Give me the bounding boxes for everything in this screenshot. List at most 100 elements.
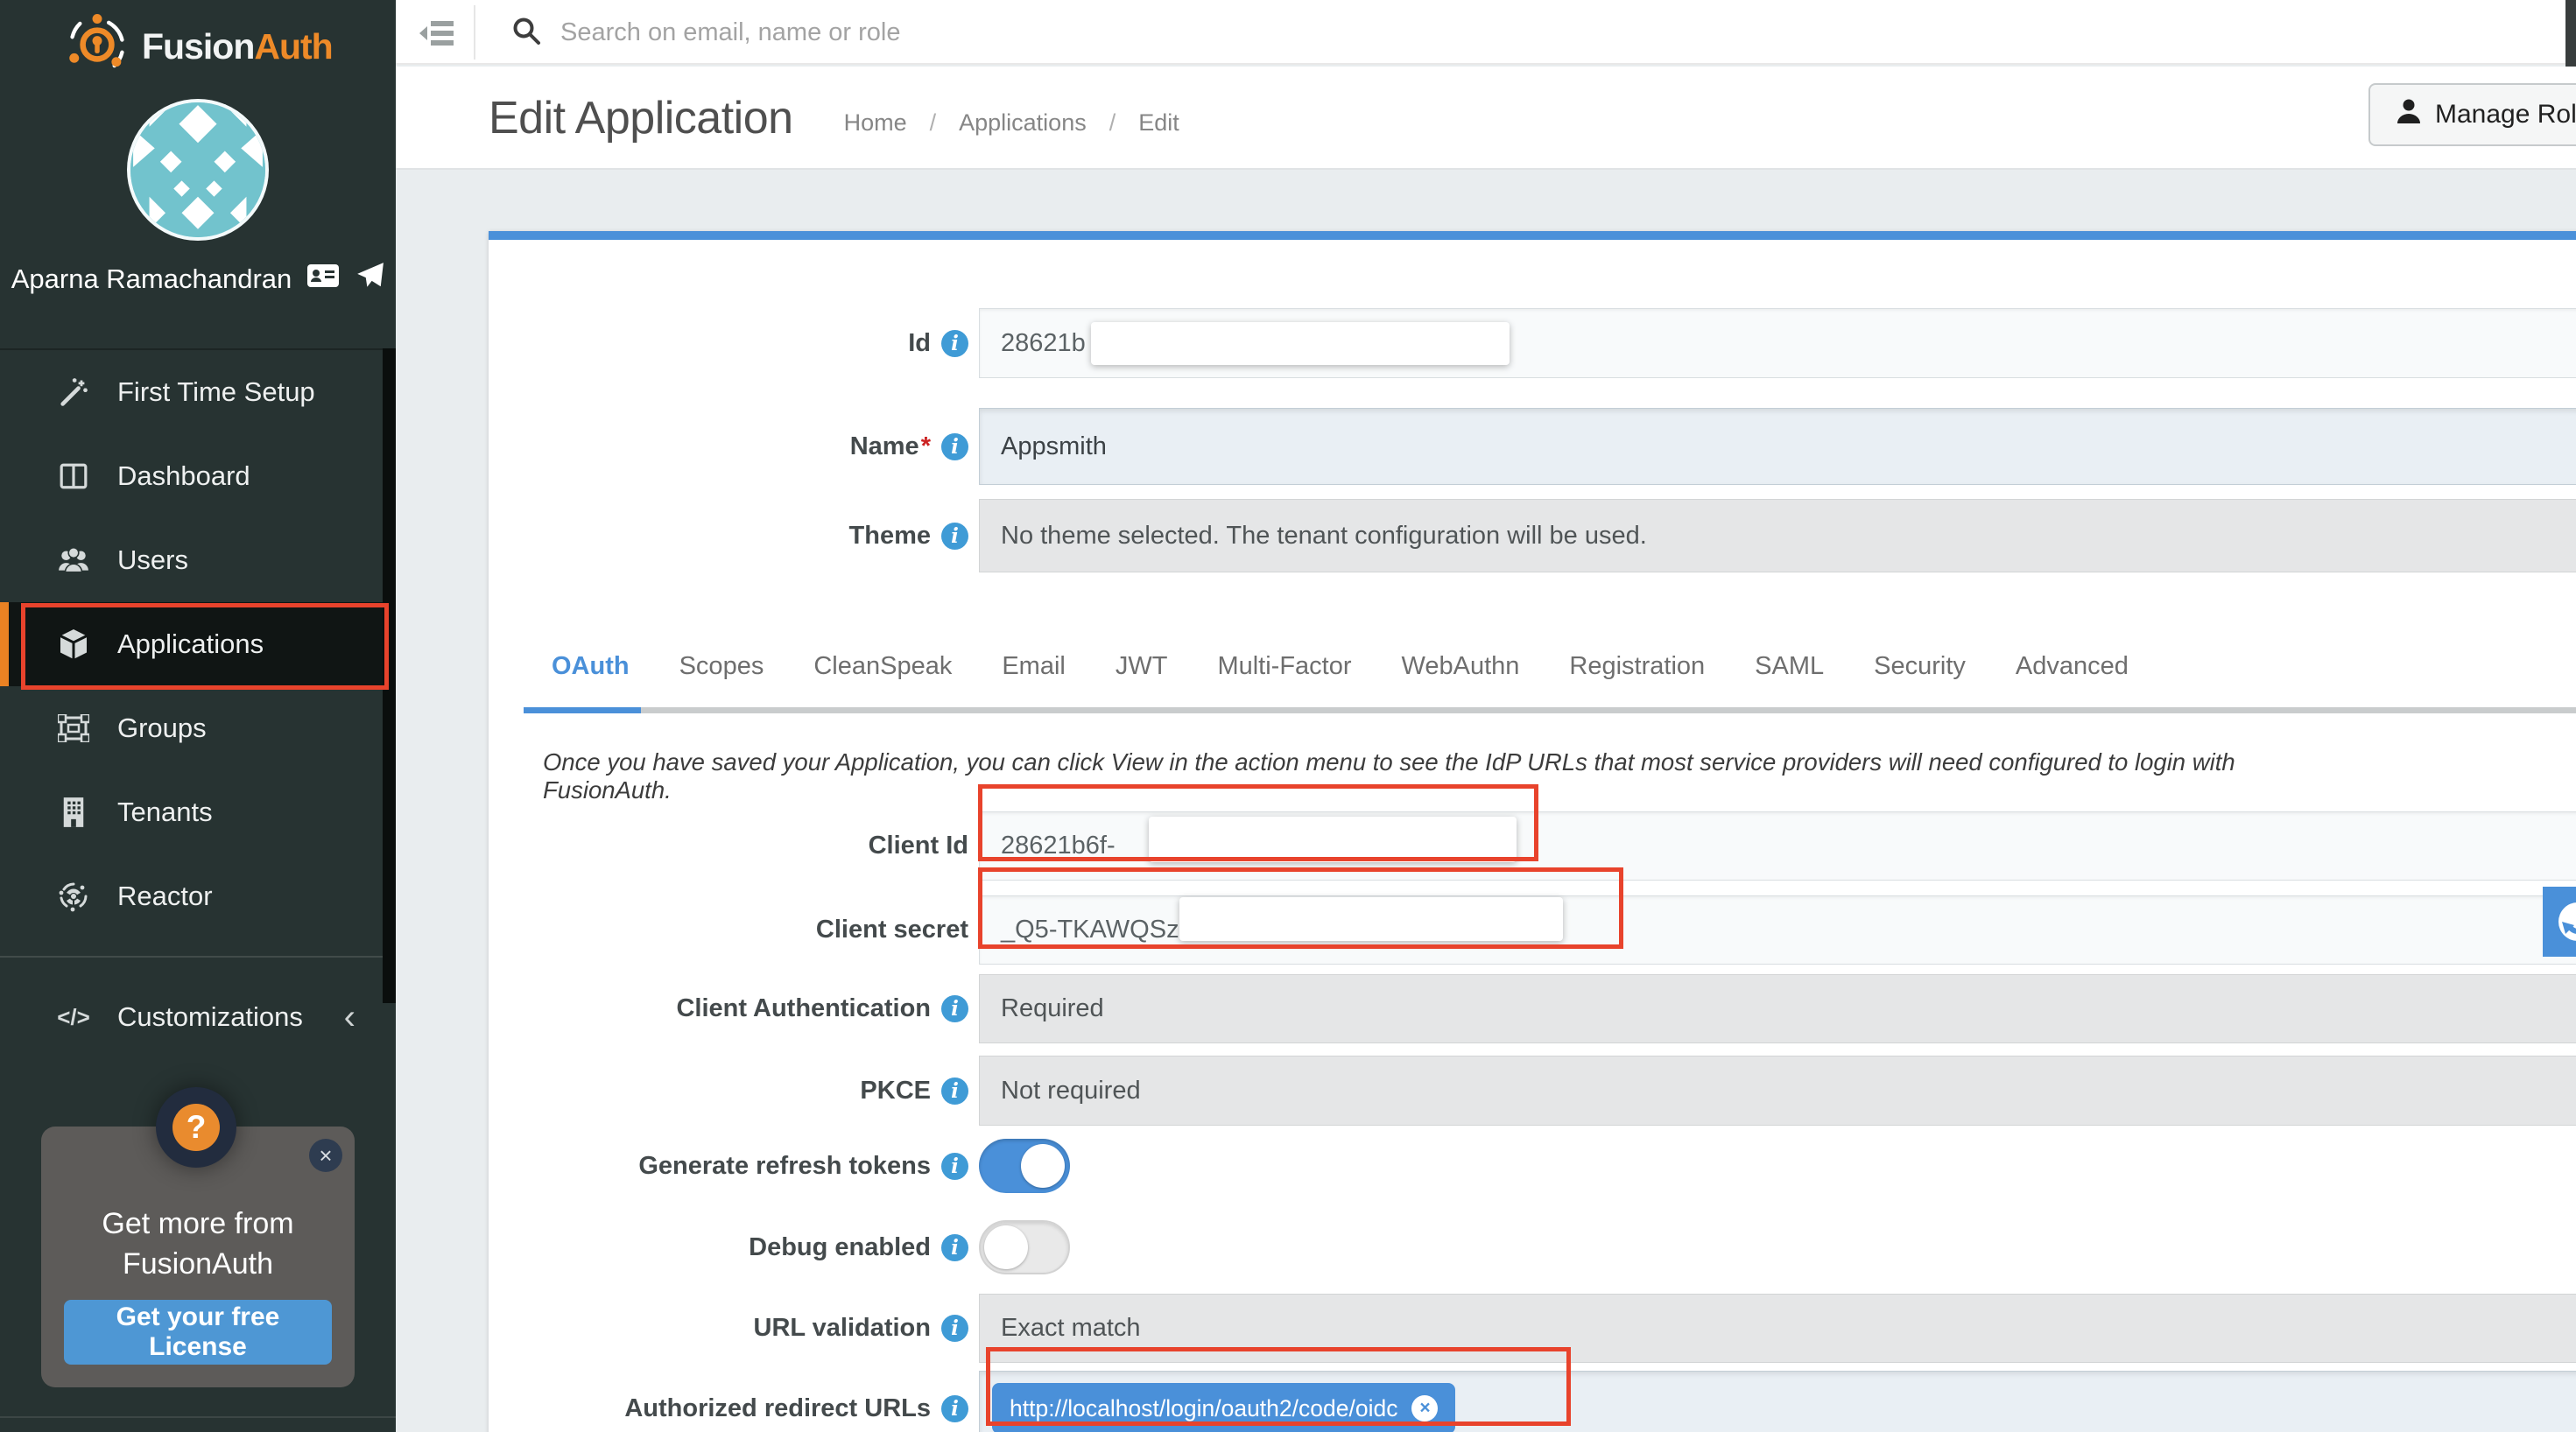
theme-label: Theme <box>849 522 931 551</box>
collapse-sidebar-icon[interactable] <box>419 14 457 53</box>
info-icon[interactable]: i <box>941 1078 968 1105</box>
breadcrumb: Home / Applications / Edit <box>844 109 1179 137</box>
building-icon <box>56 797 91 828</box>
redirect-url-chip: http://localhost/login/oauth2/code/oidc … <box>992 1383 1455 1432</box>
tab-bar: OAuth Scopes CleanSpeak Email JWT Multi-… <box>552 652 2129 681</box>
sidebar-item-label: Dashboard <box>117 460 250 492</box>
manage-roles-button[interactable]: Manage Roles <box>2368 83 2576 146</box>
sidebar-item-groups[interactable]: Groups <box>0 686 396 770</box>
promo-text: Get more from FusionAuth <box>41 1204 355 1284</box>
oauth-note: Once you have saved your Application, yo… <box>543 748 2277 804</box>
avatar[interactable] <box>127 99 269 241</box>
field-row-authorized-redirect-urls: Authorized redirect URLs i http://localh… <box>489 1371 2576 1432</box>
remove-url-icon[interactable]: × <box>1411 1395 1438 1421</box>
sidebar-item-label: Customizations <box>117 1001 303 1033</box>
sidebar-item-dashboard[interactable]: Dashboard <box>0 434 396 518</box>
tab-jwt[interactable]: JWT <box>1116 652 1168 681</box>
redaction-overlay-client-id <box>1149 817 1517 862</box>
field-row-client-authentication: Client Authentication i Required <box>489 974 2576 1043</box>
tab-underline <box>524 707 2576 713</box>
object-group-icon <box>56 714 91 742</box>
name-input[interactable] <box>979 408 2576 485</box>
breadcrumb-applications[interactable]: Applications <box>959 109 1087 137</box>
search-bar <box>511 0 1611 65</box>
sidebar-item-label: Applications <box>117 628 264 660</box>
topbar <box>396 0 2576 65</box>
sidebar-scrollbar[interactable] <box>383 348 396 1003</box>
tab-security[interactable]: Security <box>1874 652 1966 681</box>
field-row-id: Id i 28621b <box>489 308 2576 378</box>
client-id-label: Client Id <box>869 832 968 860</box>
tab-cleanspeak[interactable]: CleanSpeak <box>813 652 952 681</box>
breadcrumb-home[interactable]: Home <box>844 109 907 137</box>
send-icon[interactable] <box>355 261 384 298</box>
field-row-generate-refresh-tokens: Generate refresh tokens i <box>489 1139 2576 1193</box>
info-icon[interactable]: i <box>941 433 968 460</box>
info-icon[interactable]: i <box>941 523 968 550</box>
dashboard-icon <box>56 461 91 491</box>
search-input[interactable] <box>560 18 1611 47</box>
sidebar-nav: First Time Setup Dashboard Users Applica… <box>0 348 396 1059</box>
tab-registration[interactable]: Registration <box>1569 652 1705 681</box>
tab-saml[interactable]: SAML <box>1755 652 1824 681</box>
page-scrollbar[interactable] <box>2565 0 2576 67</box>
tab-underline-active <box>524 707 641 713</box>
contact-card-icon[interactable] <box>306 263 340 296</box>
tab-advanced[interactable]: Advanced <box>2016 652 2129 681</box>
fusionauth-logo-icon <box>67 14 128 80</box>
question-icon: ? <box>172 1104 220 1151</box>
id-label: Id <box>908 329 931 358</box>
sidebar-divider <box>0 956 396 958</box>
tab-multi-factor[interactable]: Multi-Factor <box>1217 652 1351 681</box>
authorized-redirect-urls-label: Authorized redirect URLs <box>624 1394 931 1423</box>
info-icon[interactable]: i <box>941 330 968 357</box>
client-authentication-select: Required <box>979 974 2576 1043</box>
tab-webauthn[interactable]: WebAuthn <box>1402 652 1520 681</box>
debug-enabled-toggle[interactable] <box>979 1220 1070 1274</box>
sidebar-item-first-time-setup[interactable]: First Time Setup <box>0 350 396 434</box>
info-icon[interactable]: i <box>941 1315 968 1342</box>
sidebar-item-tenants[interactable]: Tenants <box>0 770 396 854</box>
page-title: Edit Application <box>489 92 793 144</box>
sidebar-item-label: Users <box>117 544 188 576</box>
breadcrumb-edit: Edit <box>1138 109 1179 137</box>
help-question-badge: ? <box>156 1087 236 1168</box>
code-icon: </> <box>56 1004 91 1031</box>
tab-scopes[interactable]: Scopes <box>679 652 764 681</box>
tab-oauth[interactable]: OAuth <box>552 652 630 681</box>
search-icon <box>511 16 541 50</box>
tab-email[interactable]: Email <box>1002 652 1066 681</box>
sidebar-item-customizations[interactable]: </> Customizations ‹ <box>0 975 396 1059</box>
sidebar-item-label: Groups <box>117 712 207 744</box>
info-icon[interactable]: i <box>941 995 968 1022</box>
sidebar-item-applications[interactable]: Applications <box>0 602 396 686</box>
cube-icon <box>56 628 91 661</box>
wand-icon <box>56 376 91 408</box>
generate-refresh-tokens-toggle[interactable] <box>979 1139 1070 1193</box>
promo-close-icon[interactable]: × <box>309 1139 342 1172</box>
topbar-divider <box>474 5 475 60</box>
name-label: Name* <box>850 432 931 461</box>
page-header: Edit Application Home / Applications / E… <box>396 67 2576 170</box>
pkce-label: PKCE <box>860 1077 931 1106</box>
field-row-pkce: PKCE i Not required <box>489 1056 2576 1126</box>
authorized-redirect-urls-input[interactable]: http://localhost/login/oauth2/code/oidc … <box>979 1371 2576 1432</box>
info-icon[interactable]: i <box>941 1153 968 1180</box>
redaction-overlay-id <box>1091 322 1510 365</box>
info-icon[interactable]: i <box>941 1395 968 1422</box>
sidebar-item-reactor[interactable]: Reactor <box>0 854 396 938</box>
get-free-license-button[interactable]: Get your free License <box>64 1300 332 1365</box>
sidebar: FusionAuth Aparna Ramachandran <box>0 0 396 1432</box>
generate-refresh-tokens-label: Generate refresh tokens <box>638 1152 931 1181</box>
sidebar-item-label: Tenants <box>117 797 213 828</box>
fusionauth-logo[interactable]: FusionAuth <box>67 14 333 80</box>
regenerate-secret-button[interactable] <box>2543 887 2576 957</box>
field-row-url-validation: URL validation i Exact match <box>489 1294 2576 1363</box>
info-icon[interactable]: i <box>941 1234 968 1261</box>
url-validation-select: Exact match <box>979 1294 2576 1363</box>
client-secret-label: Client secret <box>816 916 968 944</box>
debug-enabled-label: Debug enabled <box>749 1233 931 1262</box>
client-authentication-label: Client Authentication <box>676 994 931 1023</box>
sidebar-item-users[interactable]: Users <box>0 518 396 602</box>
person-icon <box>2397 98 2421 131</box>
